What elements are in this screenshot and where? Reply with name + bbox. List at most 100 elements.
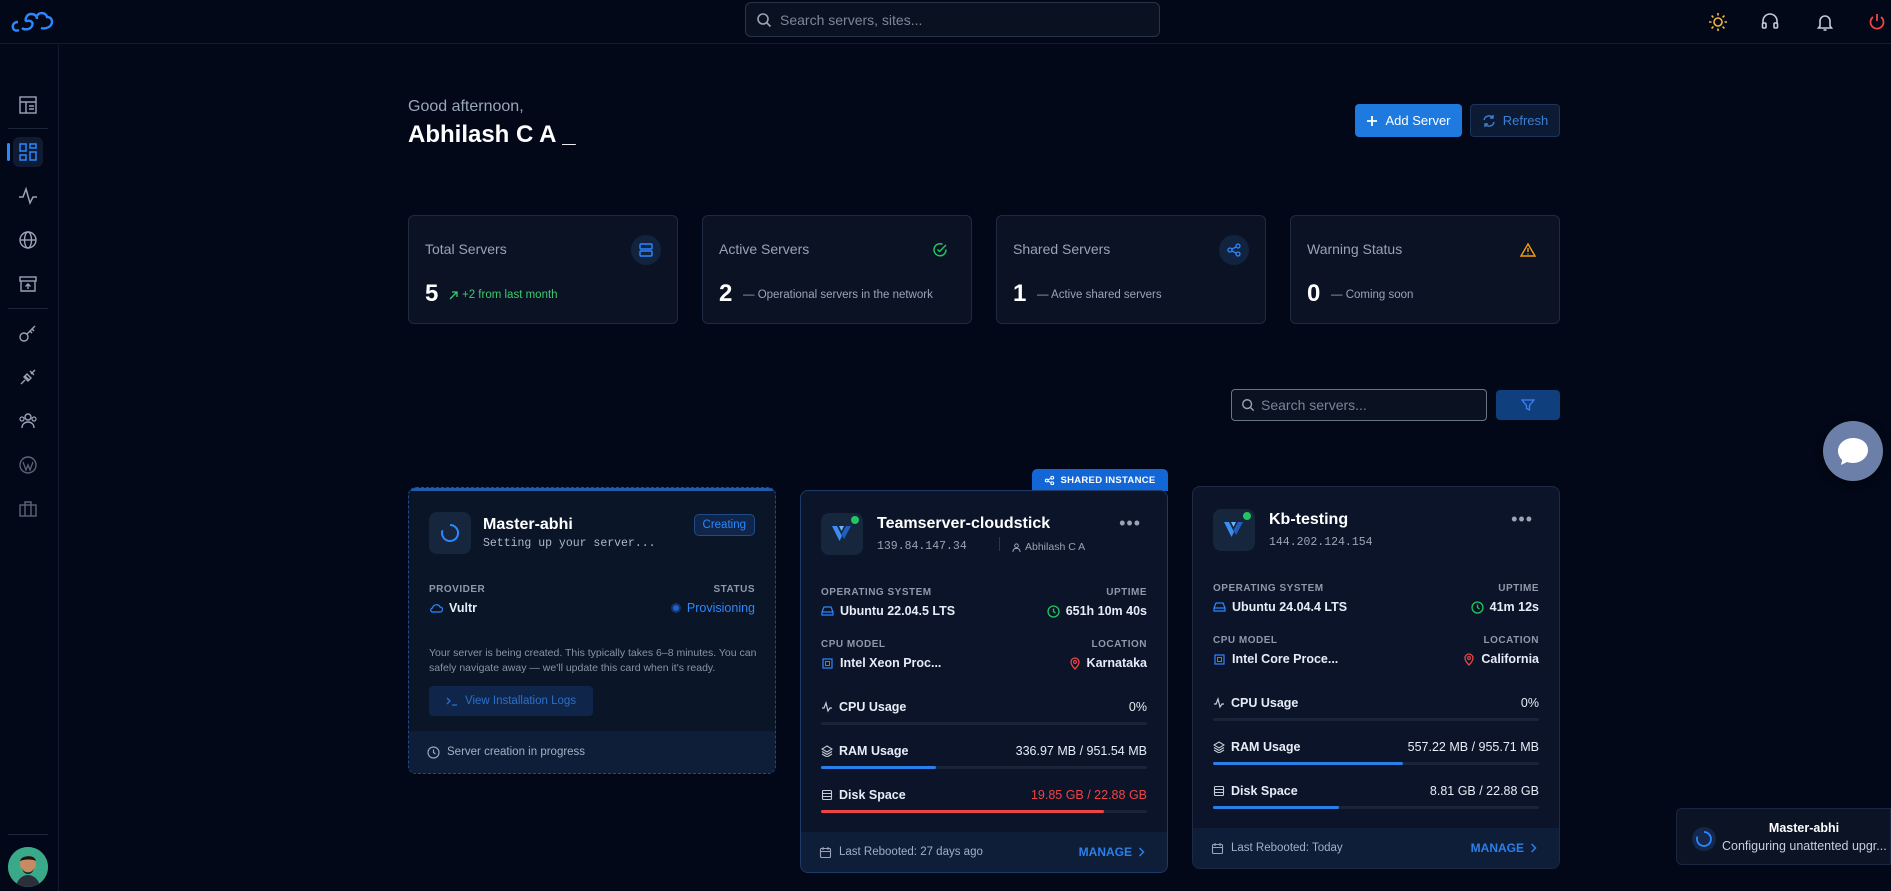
server-card-kb-testing[interactable]: Kb-testing 144.202.124.154 ••• OPERATING… (1192, 486, 1560, 869)
stat-label: Total Servers (425, 241, 507, 257)
more-options-icon[interactable]: ••• (1119, 513, 1141, 534)
activity-icon (1213, 697, 1225, 709)
provider-label: PROVIDER (429, 584, 486, 595)
stat-value: 0 (1307, 280, 1321, 307)
os-text: Ubuntu 24.04.4 LTS (1232, 600, 1348, 614)
server-card-teamserver[interactable]: Teamserver-cloudstick 139.84.147.34 Abhi… (800, 490, 1168, 873)
stat-value: 5 (425, 280, 439, 307)
refresh-button[interactable]: Refresh (1470, 104, 1560, 137)
add-server-button[interactable]: Add Server (1355, 104, 1462, 137)
ram-usage-bar (821, 766, 1147, 769)
stat-note: — Operational servers in the network (743, 289, 933, 301)
os-label: OPERATING SYSTEM (1213, 583, 1324, 594)
disk-space-fill (821, 810, 1104, 813)
dashboard-icon[interactable] (13, 90, 43, 120)
stat-label: Shared Servers (1013, 241, 1111, 257)
last-rebooted: Last Rebooted: Today (1231, 842, 1343, 854)
refresh-label: Refresh (1502, 113, 1549, 128)
search-icon (1241, 398, 1255, 412)
view-logs-button[interactable]: View Installation Logs (429, 686, 593, 716)
location-value: Karnataka (1069, 656, 1147, 670)
disk-space-value: 8.81 GB / 22.88 GB (1429, 784, 1539, 798)
activity-icon (821, 701, 833, 713)
chip-icon (1213, 653, 1226, 666)
divider (999, 537, 1000, 551)
key-icon[interactable] (13, 318, 43, 348)
uptime-text: 41m 12s (1489, 600, 1539, 614)
plug-icon[interactable] (13, 362, 43, 392)
users-icon[interactable] (13, 406, 43, 436)
global-search-input[interactable] (780, 11, 1140, 28)
hdd-icon (1213, 601, 1226, 613)
cpu-usage-value: 0% (1520, 696, 1539, 710)
sun-icon[interactable] (1704, 8, 1732, 36)
app-logo[interactable] (10, 8, 54, 32)
server-ip: 144.202.124.154 (1269, 536, 1373, 549)
stat-card-total-servers: Total Servers 5 +2 from last month (408, 215, 678, 324)
clock-icon (1047, 604, 1060, 618)
bell-icon[interactable] (1811, 8, 1839, 36)
database-icon (821, 789, 833, 801)
server-search-input[interactable] (1261, 397, 1481, 413)
global-search[interactable] (745, 2, 1160, 37)
power-icon[interactable] (1863, 8, 1891, 36)
ram-usage-label: RAM Usage (821, 744, 908, 758)
calendar-icon (819, 846, 832, 859)
uptime-label: UPTIME (1498, 583, 1539, 594)
disk-space-fill (1213, 806, 1339, 809)
disk-space-label: Disk Space (821, 788, 906, 802)
status-value: Provisioning (670, 601, 755, 615)
plus-icon (1366, 115, 1378, 127)
add-server-label: Add Server (1385, 113, 1451, 128)
chat-widget-button[interactable] (1823, 421, 1883, 481)
hdd-icon (821, 605, 834, 617)
filter-button[interactable] (1496, 390, 1560, 420)
progress-toast[interactable]: Master-abhi Configuring unattented upgr.… (1676, 808, 1891, 865)
stat-card-active-servers: Active Servers 2 — Operational servers i… (702, 215, 972, 324)
online-dot (1243, 512, 1251, 520)
os-value: Ubuntu 24.04.4 LTS (1213, 600, 1347, 614)
online-dot (851, 516, 859, 524)
disk-space-text: Disk Space (839, 788, 906, 802)
manage-label: MANAGE (1470, 841, 1524, 855)
chevron-right-icon (1530, 843, 1537, 853)
sidebar-divider (8, 128, 48, 129)
share-icon (1044, 475, 1055, 486)
provider-text: Vultr (449, 601, 478, 615)
server-card-master-abhi[interactable]: Master-abhi Setting up your server... Cr… (408, 487, 776, 774)
more-options-icon[interactable]: ••• (1511, 509, 1533, 530)
stat-note-text: +2 from last month (462, 289, 558, 301)
filter-icon (1521, 398, 1535, 412)
cpu-model-value: Intel Core Proce... (1213, 652, 1338, 666)
stat-label: Warning Status (1307, 241, 1403, 257)
search-icon (756, 12, 772, 28)
wordpress-icon[interactable] (13, 450, 43, 480)
footer-text: Server creation in progress (447, 746, 586, 758)
cpu-usage-bar (821, 722, 1147, 725)
share-icon (1219, 235, 1249, 265)
calendar-icon (1211, 842, 1224, 855)
server-ip: 139.84.147.34 (877, 540, 967, 553)
avatar[interactable] (8, 847, 48, 887)
status-label: STATUS (713, 584, 755, 595)
toast-title: Master-abhi (1768, 821, 1840, 835)
vultr-logo-icon (1213, 509, 1255, 551)
briefcase-icon[interactable] (13, 494, 43, 524)
cpu-usage-text: CPU Usage (1231, 696, 1299, 710)
cpu-usage-value: 0% (1128, 700, 1147, 714)
globe-icon[interactable] (13, 225, 43, 255)
active-indicator (7, 143, 10, 161)
headset-icon[interactable] (1756, 8, 1784, 36)
layers-icon (821, 745, 833, 757)
server-search[interactable] (1231, 389, 1487, 421)
stat-value: 1 (1013, 280, 1027, 307)
database-icon (1213, 785, 1225, 797)
owner: Abhilash C A (1012, 541, 1085, 553)
grid-icon[interactable] (13, 137, 43, 167)
card-footer: Server creation in progress (409, 731, 775, 773)
activity-icon[interactable] (13, 181, 43, 211)
server-name: Master-abhi (483, 516, 573, 533)
manage-button[interactable]: MANAGE (1471, 841, 1537, 855)
archive-icon[interactable] (13, 269, 43, 299)
manage-button[interactable]: MANAGE (1079, 845, 1145, 859)
